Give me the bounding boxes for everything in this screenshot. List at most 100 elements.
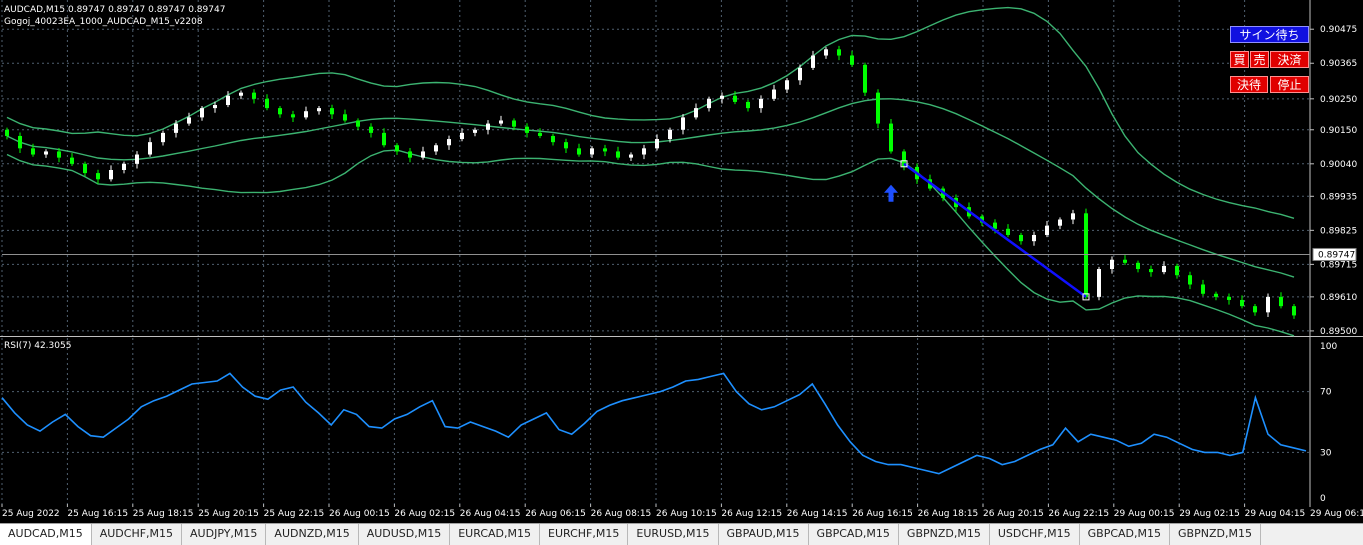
candle-bullish: [421, 151, 425, 158]
settle-wait-button[interactable]: 決待: [1230, 76, 1268, 93]
chart-tab[interactable]: EURCHF,M15: [540, 524, 629, 545]
candle-bearish: [1084, 213, 1088, 297]
time-tick-label: 25 Aug 2022: [2, 509, 60, 519]
candle-bullish: [434, 145, 438, 152]
candle-bearish: [1292, 306, 1296, 316]
candle-bullish: [720, 95, 724, 99]
chart-tab[interactable]: AUDCAD,M15: [0, 524, 92, 545]
price-tick-label: 0.90040: [1320, 160, 1357, 170]
settle-button[interactable]: 決済: [1270, 51, 1309, 68]
candle-bullish: [187, 117, 191, 124]
candle-bearish: [369, 126, 373, 133]
candle-bearish: [837, 49, 841, 56]
candle-bullish: [655, 139, 659, 149]
current-price-label: 0.89747: [1318, 250, 1355, 260]
price-chart-panel[interactable]: 0.90475 0.90365 0.90250 0.90150 0.90040 0.899…: [0, 0, 1363, 338]
candle-bullish: [486, 123, 490, 130]
candle-bullish: [1266, 296, 1270, 313]
candle-bearish: [746, 101, 750, 109]
candle-bearish: [1006, 228, 1010, 235]
candle-bearish: [278, 108, 282, 115]
candle-bullish: [1045, 225, 1049, 235]
chart-tab[interactable]: EURUSD,M15: [628, 524, 719, 545]
candle-bearish: [343, 114, 347, 121]
price-chart[interactable]: 0.90475 0.90365 0.90250 0.90150 0.90040 0.899…: [0, 0, 1363, 338]
candle-bullish: [148, 142, 152, 155]
candle-bearish: [850, 55, 854, 65]
candle-bullish: [1058, 219, 1062, 226]
chart-tab[interactable]: EURCAD,M15: [450, 524, 540, 545]
candle-bearish: [1279, 296, 1283, 307]
candle-bearish: [564, 142, 568, 149]
time-tick-label: 25 Aug 20:15: [198, 509, 259, 519]
time-tick-label: 29 Aug 02:15: [1179, 509, 1240, 519]
rsi-level-label: 30: [1320, 448, 1332, 458]
chart-tab[interactable]: AUDNZD,M15: [266, 524, 359, 545]
time-tick-label: 26 Aug 22:15: [1048, 509, 1109, 519]
rsi-level-label: 0: [1320, 494, 1326, 504]
buy-button[interactable]: 買: [1230, 51, 1249, 68]
candle-bearish: [31, 148, 35, 155]
sell-button[interactable]: 売: [1250, 51, 1269, 68]
time-tick-label: 29 Aug 06:15: [1310, 509, 1363, 519]
candle-bearish: [1214, 293, 1218, 297]
rsi-level-label: 70: [1320, 388, 1332, 398]
candle-bullish: [135, 154, 139, 164]
time-tick-label: 29 Aug 04:15: [1245, 509, 1306, 519]
candle-bullish: [304, 111, 308, 118]
chart-tab[interactable]: GBPNZD,M15: [1170, 524, 1261, 545]
time-tick-label: 26 Aug 12:15: [721, 509, 782, 519]
indicator-name-label: Gogoj_40023EA_1000_AUDCAD_M15_v2208: [4, 17, 203, 27]
candle-bearish: [382, 132, 386, 146]
chart-tab[interactable]: GBPNZD,M15: [899, 524, 990, 545]
chart-tab[interactable]: AUDJPY,M15: [182, 524, 267, 545]
buy-signal-arrow-icon: [884, 184, 898, 202]
candle-bearish: [616, 151, 620, 158]
chart-tab[interactable]: GBPCAD,M15: [1080, 524, 1171, 545]
chart-tab[interactable]: GBPAUD,M15: [719, 524, 809, 545]
symbol-ohlc-label: AUDCAD,M15 0.89747 0.89747 0.89747 0.897…: [4, 5, 226, 15]
chart-tab[interactable]: AUDUSD,M15: [359, 524, 451, 545]
candle-bearish: [577, 148, 581, 155]
candle-bearish: [291, 114, 295, 118]
candle-bearish: [1175, 265, 1179, 276]
candle-bearish: [1019, 234, 1023, 242]
candle-bullish: [759, 98, 763, 109]
candle-bearish: [356, 120, 360, 127]
signal-wait-button[interactable]: サイン待ち: [1230, 26, 1309, 43]
candle-bearish: [83, 163, 87, 174]
candle-bearish: [5, 129, 9, 136]
candle-bullish: [798, 67, 802, 81]
candle-bullish: [694, 108, 698, 118]
candle-bearish: [876, 92, 880, 124]
rsi-chart[interactable]: 100 70 30 0: [0, 338, 1363, 504]
price-tick-label: 0.89500: [1320, 327, 1357, 337]
rsi-panel[interactable]: 100 70 30 0: [0, 338, 1363, 504]
candle-bearish: [525, 126, 529, 133]
candle-bullish: [317, 108, 321, 112]
candle-bearish: [512, 120, 516, 127]
time-tick-label: 26 Aug 06:15: [525, 509, 586, 519]
candle-bearish: [70, 157, 74, 164]
candle-bearish: [395, 145, 399, 152]
candle-bullish: [1097, 269, 1101, 297]
chart-tab[interactable]: AUDCHF,M15: [92, 524, 183, 545]
candle-bearish: [538, 132, 542, 136]
candle-bullish: [161, 132, 165, 143]
price-tick-label: 0.89825: [1320, 226, 1357, 236]
time-tick-label: 26 Aug 20:15: [983, 509, 1044, 519]
stop-button[interactable]: 停止: [1270, 76, 1309, 93]
candle-bearish: [603, 148, 607, 152]
chart-tab[interactable]: GBPCAD,M15: [809, 524, 899, 545]
candle-bullish: [447, 139, 451, 146]
time-tick-label: 26 Aug 16:15: [852, 509, 913, 519]
candle-bullish: [122, 163, 126, 170]
time-axis: 25 Aug 2022 25 Aug 16:15 25 Aug 18:15 25 Au…: [1, 504, 1363, 519]
time-tick-label: 26 Aug 02:15: [394, 509, 455, 519]
candle-bearish: [1123, 259, 1127, 263]
chart-tab[interactable]: USDCHF,M15: [990, 524, 1080, 545]
candle-bearish: [733, 95, 737, 102]
candle-bearish: [330, 108, 334, 115]
candle-bearish: [265, 98, 269, 109]
candle-bullish: [1032, 234, 1036, 242]
